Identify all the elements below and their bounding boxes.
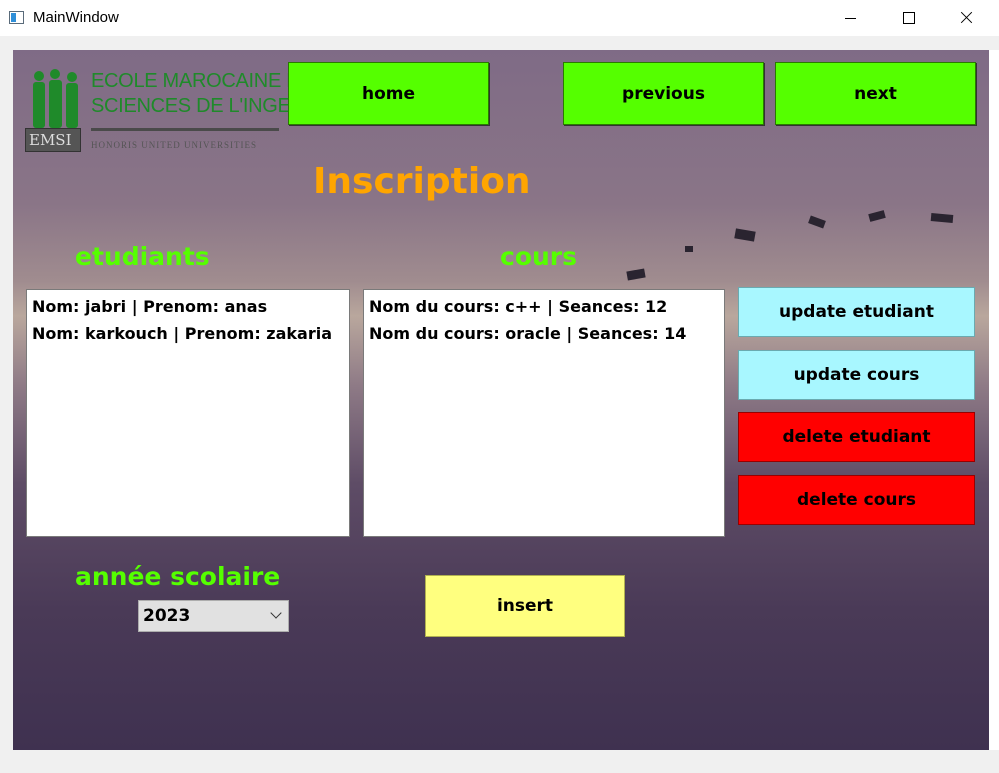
delete-student-button[interactable]: delete etudiant (738, 412, 975, 462)
list-item[interactable]: Nom du cours: c++ | Seances: 12 (369, 293, 719, 320)
main-panel: EMSI ECOLE MAROCAINE DES SCIENCES DE L'I… (13, 50, 989, 750)
logo-divider (91, 128, 279, 131)
students-list[interactable]: Nom: jabri | Prenom: anas Nom: karkouch … (26, 289, 350, 537)
chevron-down-icon (270, 607, 282, 619)
emsi-logo: EMSI ECOLE MAROCAINE DES SCIENCES DE L'I… (25, 66, 352, 156)
list-item[interactable]: Nom: jabri | Prenom: anas (32, 293, 344, 320)
list-item[interactable]: Nom: karkouch | Prenom: zakaria (32, 320, 344, 347)
courses-list[interactable]: Nom du cours: c++ | Seances: 12 Nom du c… (363, 289, 725, 537)
update-student-button[interactable]: update etudiant (738, 287, 975, 337)
update-course-button[interactable]: update cours (738, 350, 975, 400)
logo-tagline: HONORIS UNITED UNIVERSITIES (91, 140, 257, 150)
emsi-figures-icon (33, 69, 78, 128)
emsi-badge: EMSI (25, 128, 81, 152)
window-title: MainWindow (33, 9, 119, 26)
students-heading: etudiants (75, 242, 210, 271)
insert-button[interactable]: insert (425, 575, 625, 637)
graduation-cap-icon (685, 246, 693, 252)
courses-heading: cours (500, 242, 578, 271)
list-item[interactable]: Nom du cours: oracle | Seances: 14 (369, 320, 719, 347)
close-window-button[interactable] (937, 0, 995, 36)
app-window-icon (9, 11, 24, 24)
graduation-cap-icon (868, 210, 886, 222)
graduation-cap-icon (808, 215, 826, 229)
school-year-value: 2023 (143, 606, 191, 626)
home-button[interactable]: home (288, 62, 489, 125)
graduation-cap-icon (930, 213, 954, 223)
delete-course-button[interactable]: delete cours (738, 475, 975, 525)
previous-button[interactable]: previous (563, 62, 764, 125)
maximize-button[interactable] (879, 0, 937, 36)
minimize-button[interactable] (822, 0, 880, 36)
school-year-label: année scolaire (75, 562, 281, 591)
window-edge (989, 50, 999, 750)
window-titlebar: MainWindow (0, 0, 999, 36)
page-title: Inscription (313, 161, 531, 202)
graduation-cap-icon (734, 228, 756, 242)
graduation-cap-icon (626, 268, 646, 281)
school-year-select[interactable]: 2023 (138, 600, 289, 632)
next-button[interactable]: next (775, 62, 976, 125)
